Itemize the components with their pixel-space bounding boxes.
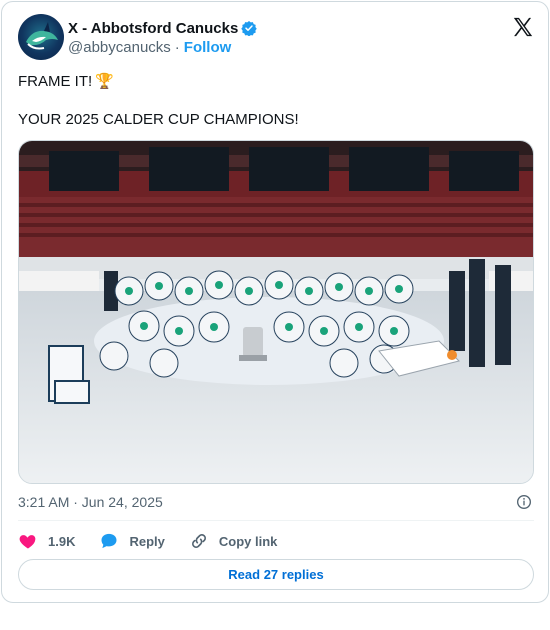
verified-badge-icon — [241, 20, 258, 37]
display-name[interactable]: X - Abbotsford Canucks — [68, 20, 238, 37]
reply-label: Reply — [129, 533, 165, 549]
read-replies-label: Read 27 replies — [228, 567, 324, 582]
read-replies-button[interactable]: Read 27 replies — [18, 559, 534, 590]
tweet-line-2: YOUR 2025 CALDER CUP CHAMPIONS! — [18, 111, 299, 128]
info-icon[interactable] — [516, 494, 532, 510]
copy-link-button[interactable]: Copy link — [189, 531, 278, 551]
reply-button[interactable]: Reply — [99, 531, 165, 551]
avatar[interactable] — [18, 14, 64, 60]
timestamp-row: 3:21 AM · Jun 24, 2025 — [18, 492, 534, 512]
link-icon — [191, 534, 206, 548]
copy-link-label: Copy link — [218, 533, 278, 549]
like-count: 1.9K — [48, 533, 76, 549]
x-logo-icon[interactable] — [512, 16, 534, 38]
action-bar: 1.9K Reply Copy link — [18, 530, 301, 552]
tweet-card: X - Abbotsford Canucks @abbycanucks · Fo… — [1, 1, 549, 603]
separator-dot: · — [174, 39, 180, 56]
like-button[interactable]: 1.9K — [18, 531, 75, 551]
trophy-emoji: 🏆 — [95, 73, 114, 90]
handle-row: @abbycanucks · Follow — [68, 39, 231, 56]
orca-logo-icon — [26, 22, 58, 50]
tweet-line-1: FRAME IT! 🏆 — [18, 72, 534, 91]
team-photo-image — [19, 141, 533, 483]
tweet-header: X - Abbotsford Canucks @abbycanucks · Fo… — [18, 14, 534, 62]
timestamp[interactable]: 3:21 AM · Jun 24, 2025 — [18, 494, 163, 510]
handle[interactable]: @abbycanucks — [68, 39, 171, 56]
follow-button[interactable]: Follow — [184, 39, 232, 56]
tweet-photo[interactable] — [18, 140, 534, 484]
heart-icon — [19, 535, 36, 549]
divider — [18, 520, 534, 521]
speech-bubble-icon — [101, 533, 117, 549]
tweet-line-1-text: FRAME IT! — [18, 73, 93, 90]
name-row: X - Abbotsford Canucks — [68, 18, 258, 38]
calder-cup-trophy — [239, 327, 267, 361]
tweet-text: FRAME IT! 🏆 YOUR 2025 CALDER CUP CHAMPION… — [18, 72, 534, 129]
